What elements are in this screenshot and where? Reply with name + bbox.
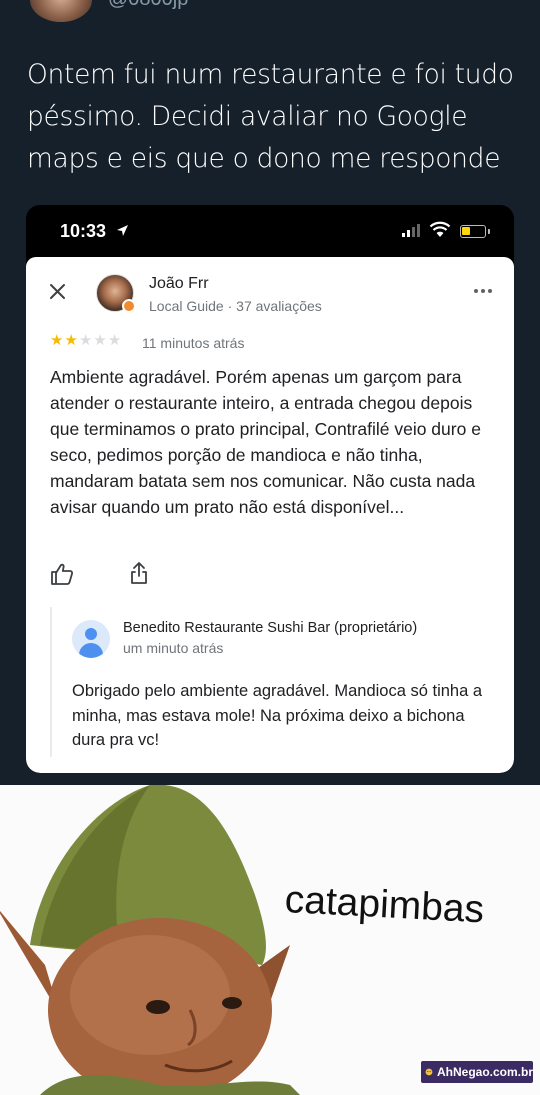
phone-screenshot: 10:33 João Frr Local Guide · 37 avaliaçõ… <box>26 205 514 773</box>
review-time: 11 minutos atrás <box>142 335 245 351</box>
tweet-author-handle[interactable]: @0800jp <box>108 0 188 11</box>
share-icon[interactable] <box>129 561 149 585</box>
review-card: João Frr Local Guide · 37 avaliações ★ ★ ★… <box>26 257 514 773</box>
meme-image: catapimbas AhNegao.com.br <box>0 785 540 1095</box>
owner-avatar <box>72 620 110 658</box>
review-text: Ambiente agradável. Porém apenas um garç… <box>50 367 481 517</box>
reviewer-subtitle: Local Guide · 37 avaliações <box>149 298 322 314</box>
wifi-icon <box>429 221 451 237</box>
location-arrow-icon <box>117 225 128 236</box>
tweet-author-avatar[interactable] <box>30 0 92 22</box>
owner-reply: Benedito Restaurante Sushi Bar (propriet… <box>50 607 490 757</box>
tweet: @0800jp Ontem fui num restaurante e foi … <box>0 0 540 785</box>
status-bar: 10:33 <box>26 205 514 257</box>
watermark-text: AhNegao.com.br <box>436 1065 533 1079</box>
ahnegao-logo-icon <box>425 1068 433 1076</box>
star-empty-icon: ★ <box>78 332 93 349</box>
battery-icon <box>460 225 490 238</box>
reviewer-name[interactable]: João Frr <box>149 275 209 293</box>
status-time: 10:33 <box>60 221 107 241</box>
signal-icon <box>402 224 420 237</box>
star-rating: ★ ★ ★ ★ ★ <box>50 333 121 349</box>
close-icon[interactable] <box>49 283 66 300</box>
star-filled-icon: ★ <box>64 332 78 349</box>
star-filled-icon: ★ <box>50 332 64 349</box>
star-empty-icon: ★ <box>93 332 107 349</box>
thumbs-up-icon[interactable] <box>50 563 74 585</box>
star-empty-icon: ★ <box>107 332 122 349</box>
owner-name: Benedito Restaurante Sushi Bar (propriet… <box>123 620 418 636</box>
watermark: AhNegao.com.br <box>421 1061 533 1083</box>
owner-reply-time: um minuto atrás <box>123 640 224 656</box>
gnome-character-image <box>0 785 300 1095</box>
tweet-text: Ontem fui num restaurante e foi tudo pés… <box>27 59 514 174</box>
local-guide-badge-icon <box>122 299 136 313</box>
owner-reply-text: Obrigado pelo ambiente agradável. Mandio… <box>72 682 483 749</box>
more-options-icon[interactable] <box>474 289 492 293</box>
